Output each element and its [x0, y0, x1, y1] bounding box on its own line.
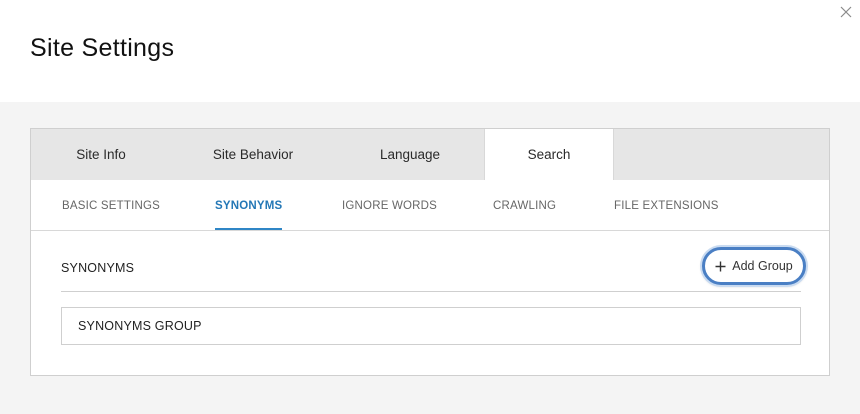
- close-icon: [840, 6, 856, 18]
- main-tabs: Site Info Site Behavior Language Search: [31, 129, 829, 181]
- tab-language[interactable]: Language: [335, 129, 485, 180]
- subtab-label: CRAWLING: [493, 200, 557, 212]
- modal-header: Site Settings: [0, 0, 860, 102]
- tab-site-behavior[interactable]: Site Behavior: [171, 129, 335, 180]
- subtab-ignore-words[interactable]: IGNORE WORDS: [342, 180, 437, 230]
- page-title: Site Settings: [30, 34, 175, 62]
- subtab-crawling[interactable]: CRAWLING: [493, 180, 556, 230]
- subtab-label: IGNORE WORDS: [342, 200, 438, 212]
- tab-site-info[interactable]: Site Info: [31, 129, 171, 180]
- synonyms-group[interactable]: SYNONYMS GROUP: [61, 307, 801, 345]
- add-group-button[interactable]: Add Group: [702, 247, 806, 285]
- subtab-file-extensions[interactable]: FILE EXTENSIONS: [614, 180, 719, 230]
- subtab-synonyms[interactable]: SYNONYMS: [215, 180, 283, 230]
- add-group-label: Add Group: [732, 259, 793, 273]
- active-tab-indicator: [215, 228, 283, 230]
- section-title: SYNONYMS: [61, 261, 135, 275]
- close-button[interactable]: [840, 6, 856, 22]
- subtab-label: FILE EXTENSIONS: [614, 200, 719, 212]
- synonyms-section-header: SYNONYMS Add Group: [61, 247, 806, 292]
- subtab-label: SYNONYMS: [215, 200, 283, 212]
- sub-tabs: BASIC SETTINGS SYNONYMS IGNORE WORDS CRA…: [31, 180, 829, 231]
- plus-icon: [715, 261, 726, 272]
- subtab-label: BASIC SETTINGS: [62, 200, 161, 212]
- synonyms-group-label: SYNONYMS GROUP: [78, 319, 202, 333]
- tab-search[interactable]: Search: [484, 129, 614, 181]
- modal-body: Site Info Site Behavior Language Search …: [0, 102, 860, 414]
- subtab-basic-settings[interactable]: BASIC SETTINGS: [62, 180, 160, 230]
- settings-panel: Site Info Site Behavior Language Search …: [30, 128, 830, 376]
